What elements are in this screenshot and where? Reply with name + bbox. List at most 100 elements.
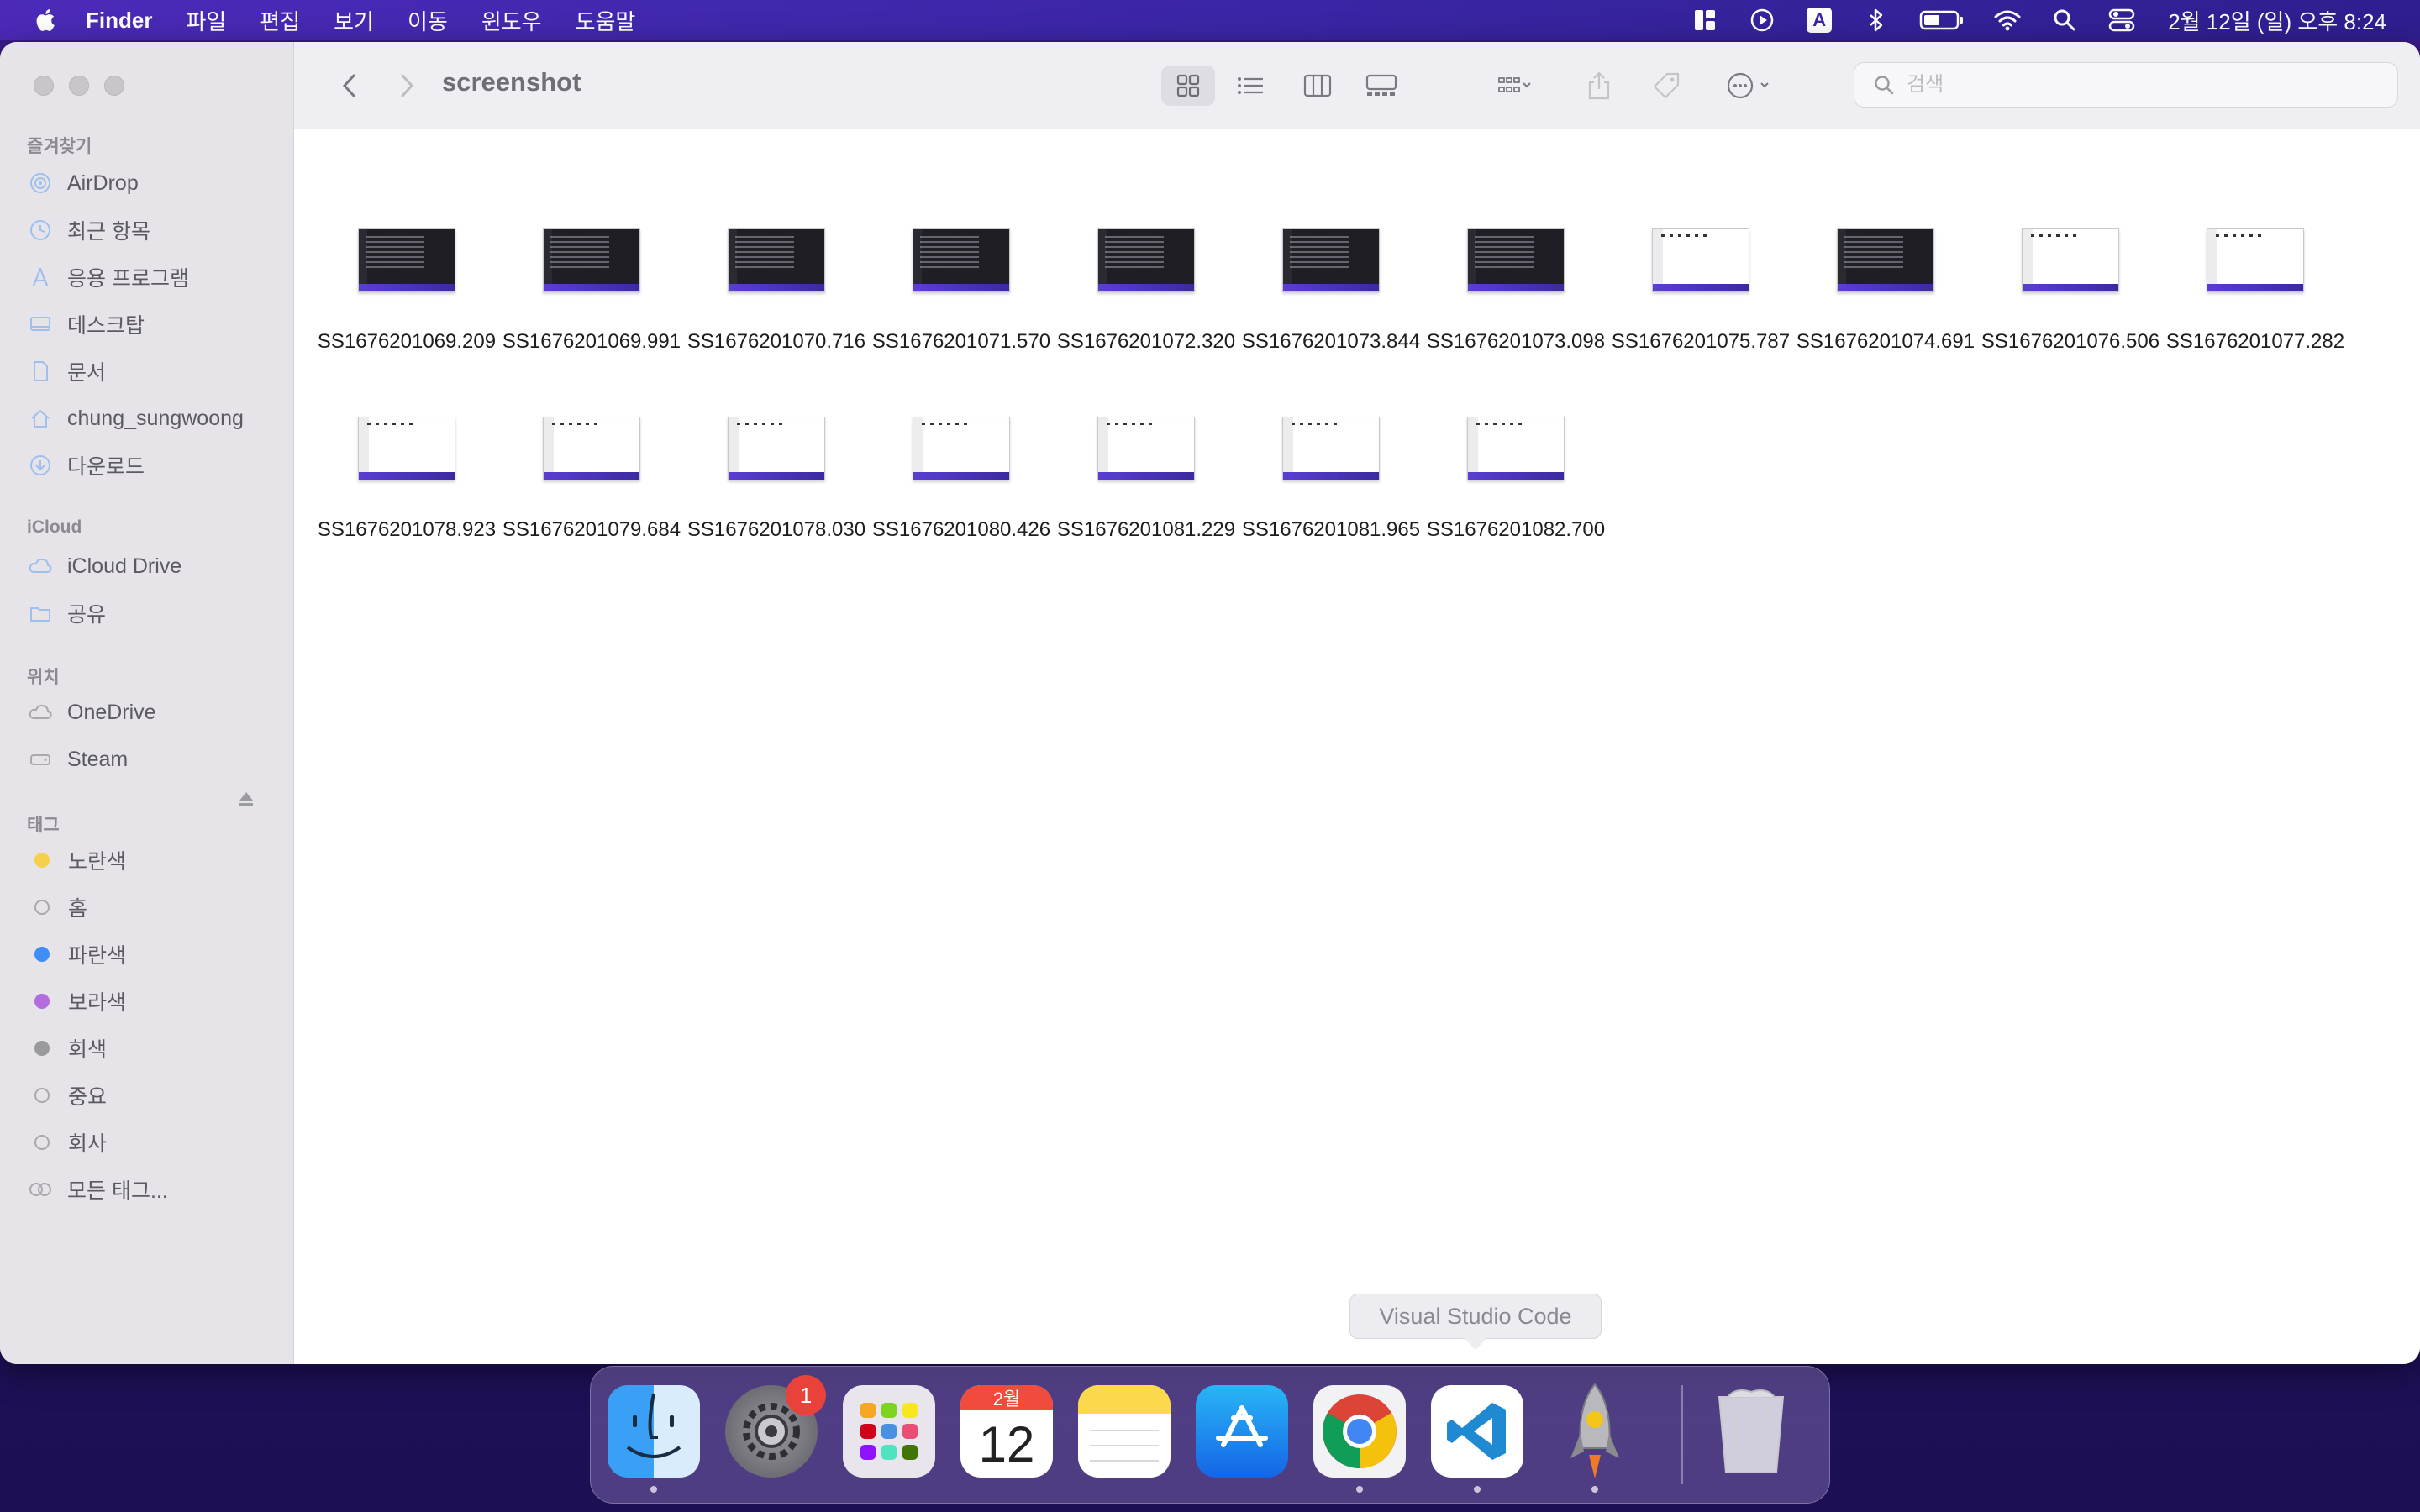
column-view-button[interactable] — [1291, 66, 1344, 106]
launchpad-grid-icon — [860, 1403, 918, 1460]
group-by-button[interactable] — [1481, 66, 1548, 106]
sidebar-tag-home[interactable]: 홈 — [27, 890, 87, 924]
thumbnail-content — [920, 236, 979, 270]
dock-system-settings[interactable]: 1 — [725, 1375, 826, 1478]
zoom-window-button[interactable] — [104, 76, 124, 96]
file-name: SS1676201073.844 — [1241, 330, 1421, 353]
window-layout-icon[interactable] — [1691, 6, 1719, 34]
dock-tooltip: Visual Studio Code — [1349, 1294, 1602, 1339]
sidebar-item-icloud-drive[interactable]: iCloud Drive — [27, 549, 182, 583]
file-item[interactable]: SS1676201078.030 — [684, 402, 869, 588]
file-item[interactable]: SS1676201069.991 — [499, 213, 684, 400]
dock-python-launcher[interactable] — [1549, 1383, 1641, 1493]
sidebar-tag-yellow[interactable]: 노란색 — [27, 843, 126, 877]
image-thumbnail-icon — [1282, 228, 1380, 292]
dock-chrome[interactable] — [1313, 1385, 1406, 1493]
thumbnail-content — [1292, 423, 1342, 425]
sidebar-item-downloads[interactable]: 다운로드 — [27, 449, 145, 482]
sidebar-item-shared[interactable]: 공유 — [27, 596, 106, 630]
input-source-icon[interactable]: A — [1805, 6, 1833, 34]
wifi-icon[interactable] — [1993, 6, 2022, 34]
thumbnail-dock-strip — [1098, 284, 1194, 291]
apple-menu-icon[interactable] — [32, 6, 60, 34]
thumbnail-dock-strip — [1653, 284, 1749, 291]
menubar-clock[interactable]: 2월 12일 (일) 오후 8:24 — [2168, 5, 2386, 36]
play-circle-icon[interactable] — [1748, 6, 1776, 34]
search-field[interactable] — [1854, 62, 2398, 108]
dock-visual-studio-code[interactable] — [1431, 1385, 1523, 1493]
file-item[interactable]: SS1676201081.965 — [1239, 402, 1423, 588]
app-menu-finder[interactable]: Finder — [86, 8, 152, 34]
sidebar-tag-purple[interactable]: 보라색 — [27, 984, 126, 1018]
file-item[interactable]: SS1676201079.684 — [499, 402, 684, 588]
search-input[interactable] — [1907, 73, 2377, 97]
file-item[interactable]: SS1676201071.570 — [869, 213, 1054, 400]
list-view-button[interactable] — [1223, 66, 1277, 106]
dock: 1 2월 12 — [590, 1366, 1830, 1504]
sidebar-item-applications[interactable]: 응용 프로그램 — [27, 260, 189, 294]
file-item[interactable]: SS1676201075.787 — [1608, 213, 1793, 400]
eject-icon[interactable] — [237, 790, 255, 808]
dock-notes[interactable] — [1078, 1385, 1171, 1478]
gallery-view-button[interactable] — [1355, 66, 1408, 106]
image-thumbnail-icon — [2207, 228, 2304, 292]
icon-view-button[interactable] — [1161, 66, 1215, 106]
share-button[interactable] — [1580, 66, 1618, 106]
file-item[interactable]: SS1676201072.320 — [1054, 213, 1239, 400]
image-thumbnail-icon — [358, 228, 455, 292]
list-view-icon — [1238, 77, 1263, 94]
cloud-icon — [27, 699, 54, 726]
sidebar-item-label: OneDrive — [67, 700, 156, 724]
file-item[interactable]: SS1676201082.700 — [1423, 402, 1608, 588]
menu-help[interactable]: 도움말 — [576, 5, 636, 36]
file-item[interactable]: SS1676201069.209 — [314, 213, 499, 400]
ellipsis-circle-icon — [1727, 72, 1769, 99]
menu-file[interactable]: 파일 — [186, 5, 226, 36]
menu-view[interactable]: 보기 — [334, 5, 374, 36]
file-item[interactable]: SS1676201070.716 — [684, 213, 869, 400]
more-actions-button[interactable] — [1719, 66, 1786, 106]
bluetooth-icon[interactable] — [1862, 6, 1891, 34]
sidebar-item-steam[interactable]: Steam — [27, 743, 128, 776]
menu-window[interactable]: 윈도우 — [481, 5, 542, 36]
back-button[interactable] — [333, 66, 366, 106]
sidebar-item-airdrop[interactable]: AirDrop — [27, 166, 139, 200]
menu-edit[interactable]: 편집 — [260, 5, 300, 36]
file-item[interactable]: SS1676201077.282 — [2163, 213, 2348, 400]
close-window-button[interactable] — [34, 76, 54, 96]
sidebar-item-home[interactable]: chung_sungwoong — [27, 402, 244, 435]
file-item[interactable]: SS1676201073.098 — [1423, 213, 1608, 400]
sidebar-tag-important[interactable]: 중요 — [27, 1079, 107, 1112]
sidebar-item-recents[interactable]: 최근 항목 — [27, 213, 150, 247]
sidebar-tag-all-tags[interactable]: 모든 태그... — [27, 1173, 168, 1206]
image-thumbnail-icon — [1282, 417, 1380, 480]
file-item[interactable]: SS1676201078.923 — [314, 402, 499, 588]
control-center-icon[interactable] — [2107, 6, 2136, 34]
sidebar-tag-gray[interactable]: 회색 — [27, 1032, 107, 1065]
file-item[interactable]: SS1676201076.506 — [1978, 213, 2163, 400]
sidebar-tag-work[interactable]: 회사 — [27, 1126, 107, 1159]
all-tags-icon — [27, 1176, 54, 1203]
file-item[interactable]: SS1676201081.229 — [1054, 402, 1239, 588]
forward-button[interactable] — [390, 66, 424, 106]
dock-app-store[interactable] — [1196, 1385, 1288, 1478]
minimize-window-button[interactable] — [69, 76, 89, 96]
menu-go[interactable]: 이동 — [408, 5, 448, 36]
dock-calendar[interactable]: 2월 12 — [960, 1385, 1053, 1478]
thumbnail-content — [1661, 234, 1712, 237]
file-name: SS1676201082.700 — [1426, 518, 1606, 541]
sidebar-item-documents[interactable]: 문서 — [27, 354, 106, 388]
dock-launchpad[interactable] — [843, 1385, 935, 1478]
file-item[interactable]: SS1676201074.691 — [1793, 213, 1978, 400]
dock-finder[interactable] — [608, 1385, 700, 1493]
battery-icon[interactable] — [1919, 6, 1965, 34]
sidebar-item-onedrive[interactable]: OneDrive — [27, 696, 156, 729]
file-item[interactable]: SS1676201073.844 — [1239, 213, 1423, 400]
gray-tag-dot-icon — [34, 1041, 50, 1056]
tag-button[interactable] — [1645, 66, 1687, 106]
dock-trash[interactable] — [1705, 1385, 1797, 1478]
spotlight-search-icon[interactable] — [2050, 6, 2079, 34]
sidebar-tag-blue[interactable]: 파란색 — [27, 937, 126, 971]
file-item[interactable]: SS1676201080.426 — [869, 402, 1054, 588]
sidebar-item-desktop[interactable]: 데스크탑 — [27, 307, 145, 341]
